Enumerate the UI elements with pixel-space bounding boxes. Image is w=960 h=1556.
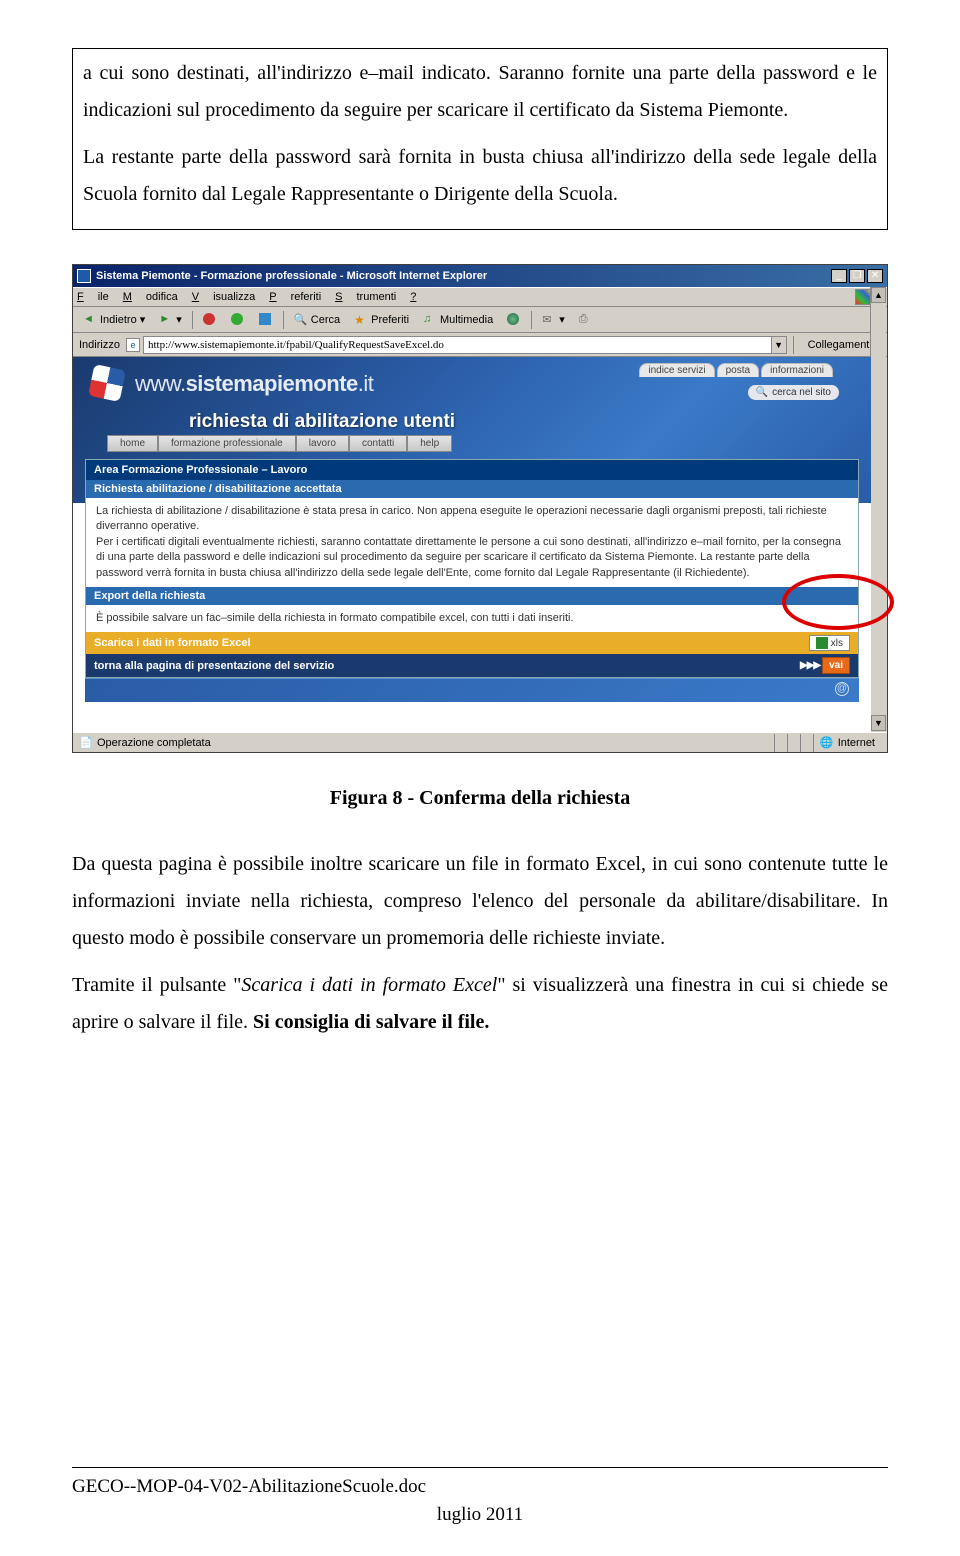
page-content: indice servizi posta informazioni www.si… xyxy=(73,357,871,732)
download-excel-label: Scarica i dati in formato Excel xyxy=(94,637,251,649)
section-richiesta-title: Richiesta abilitazione / disabilitazione… xyxy=(86,480,858,498)
menu-help[interactable]: ? xyxy=(410,291,430,303)
ie-window: Sistema Piemonte - Formazione profession… xyxy=(72,264,888,753)
confirmation-text: La richiesta di abilitazione / disabilit… xyxy=(86,498,858,587)
mail-button[interactable]: ▾ xyxy=(538,311,569,329)
menu-visualizza[interactable]: Visualizza xyxy=(192,291,256,303)
ie-status-bar: Operazione completata Internet xyxy=(73,732,887,752)
media-icon xyxy=(423,313,437,327)
vai-button[interactable]: vai xyxy=(822,657,850,674)
search-button[interactable]: Cerca xyxy=(290,311,344,329)
ie-address-bar: Indirizzo e ▼ Collegamenti xyxy=(73,333,887,357)
history-button[interactable] xyxy=(503,311,525,329)
window-close-button[interactable]: ✕ xyxy=(867,269,883,283)
multimedia-button[interactable]: Multimedia xyxy=(419,311,497,329)
refresh-button[interactable] xyxy=(227,311,249,329)
scroll-down-icon[interactable]: ▼ xyxy=(871,715,886,731)
paragraph-2: Da questa pagina è possibile inoltre sca… xyxy=(72,846,888,957)
footer-doc-name: GECO--MOP-04-V02-AbilitazioneScuole.doc xyxy=(72,1476,426,1498)
address-dropdown[interactable]: ▼ xyxy=(771,336,787,354)
refresh-icon xyxy=(231,313,245,327)
menu-strumenti[interactable]: Strumenti xyxy=(335,291,396,303)
stop-button[interactable] xyxy=(199,311,221,329)
print-icon xyxy=(579,313,593,327)
history-icon xyxy=(507,313,521,327)
status-text: Operazione completata xyxy=(97,737,211,749)
at-icon[interactable]: @ xyxy=(835,682,849,696)
paragraph-3: Tramite il pulsante "Scarica i dati in f… xyxy=(72,967,888,1041)
mail-icon xyxy=(542,313,556,327)
footer-date: luglio 2011 xyxy=(0,1504,960,1526)
section-export-title: Export della richiesta xyxy=(86,587,858,605)
ie-toolbar: Indietro ▾ ▾ Cerca Preferiti Multimedia … xyxy=(73,307,887,333)
address-label: Indirizzo xyxy=(79,339,120,351)
sistemapiemonte-logo-icon xyxy=(88,364,126,402)
back-to-service-row: torna alla pagina di presentazione del s… xyxy=(86,654,858,677)
section-area-title: Area Formazione Professionale – Lavoro xyxy=(86,460,858,480)
body-text: Da questa pagina è possibile inoltre sca… xyxy=(72,846,888,1041)
ie-app-icon xyxy=(77,269,91,283)
address-input[interactable] xyxy=(143,336,772,354)
tab-indice-servizi[interactable]: indice servizi xyxy=(639,363,714,377)
nav-help[interactable]: help xyxy=(407,435,452,452)
footer-bar: @ xyxy=(85,678,859,702)
menu-modifica[interactable]: Modifica xyxy=(123,291,178,303)
nav-lavoro[interactable]: lavoro xyxy=(296,435,349,452)
boxed-intro-text: a cui sono destinati, all'indirizzo e–ma… xyxy=(72,48,888,230)
ie-page-icon: e xyxy=(126,338,140,352)
search-icon xyxy=(294,313,308,327)
menu-preferiti[interactable]: Preferiti xyxy=(269,291,321,303)
globe-icon xyxy=(820,736,834,750)
paragraph-1a: a cui sono destinati, all'indirizzo e–ma… xyxy=(83,55,877,129)
ie-window-title: Sistema Piemonte - Formazione profession… xyxy=(96,270,831,282)
favorites-button[interactable]: Preferiti xyxy=(350,311,413,329)
site-domain: www.sistemapiemonte.it xyxy=(135,371,373,397)
paragraph-1b: La restante parte della password sarà fo… xyxy=(83,139,877,213)
vertical-scrollbar[interactable]: ▲ ▼ xyxy=(870,287,886,731)
star-icon xyxy=(354,313,368,327)
footer-divider xyxy=(72,1467,888,1468)
content-box: Area Formazione Professionale – Lavoro R… xyxy=(85,459,859,678)
status-zone: Internet xyxy=(838,737,875,749)
page-icon xyxy=(79,736,93,750)
back-to-service-label: torna alla pagina di presentazione del s… xyxy=(94,660,334,672)
tab-posta[interactable]: posta xyxy=(717,363,759,377)
ie-menubar: File Modifica Visualizza Preferiti Strum… xyxy=(73,287,887,307)
vai-arrows-icon: ▶▶▶ xyxy=(800,660,820,671)
tab-informazioni[interactable]: informazioni xyxy=(761,363,833,377)
forward-button[interactable]: ▾ xyxy=(155,311,186,329)
scroll-up-icon[interactable]: ▲ xyxy=(871,287,886,303)
export-description: È possibile salvare un fac–simile della … xyxy=(86,605,858,632)
excel-icon xyxy=(816,637,828,649)
home-button[interactable] xyxy=(255,311,277,329)
window-maximize-button[interactable]: ❐ xyxy=(849,269,865,283)
nav-home[interactable]: home xyxy=(107,435,158,452)
print-button[interactable] xyxy=(575,311,597,329)
menu-file[interactable]: File xyxy=(77,291,109,303)
site-search[interactable]: cerca nel sito xyxy=(748,385,839,400)
back-button[interactable]: Indietro ▾ xyxy=(79,311,149,329)
ie-titlebar: Sistema Piemonte - Formazione profession… xyxy=(73,265,887,287)
page-title: richiesta di abilitazione utenti xyxy=(189,411,455,433)
xls-download-button[interactable]: xls xyxy=(809,635,850,651)
figure-caption: Figura 8 - Conferma della richiesta xyxy=(72,787,888,810)
stop-icon xyxy=(203,313,217,327)
nav-formazione[interactable]: formazione professionale xyxy=(158,435,296,452)
window-minimize-button[interactable]: _ xyxy=(831,269,847,283)
home-icon xyxy=(259,313,273,327)
browser-screenshot: Sistema Piemonte - Formazione profession… xyxy=(72,264,888,753)
nav-contatti[interactable]: contatti xyxy=(349,435,407,452)
download-excel-row: Scarica i dati in formato Excel xls xyxy=(86,632,858,654)
